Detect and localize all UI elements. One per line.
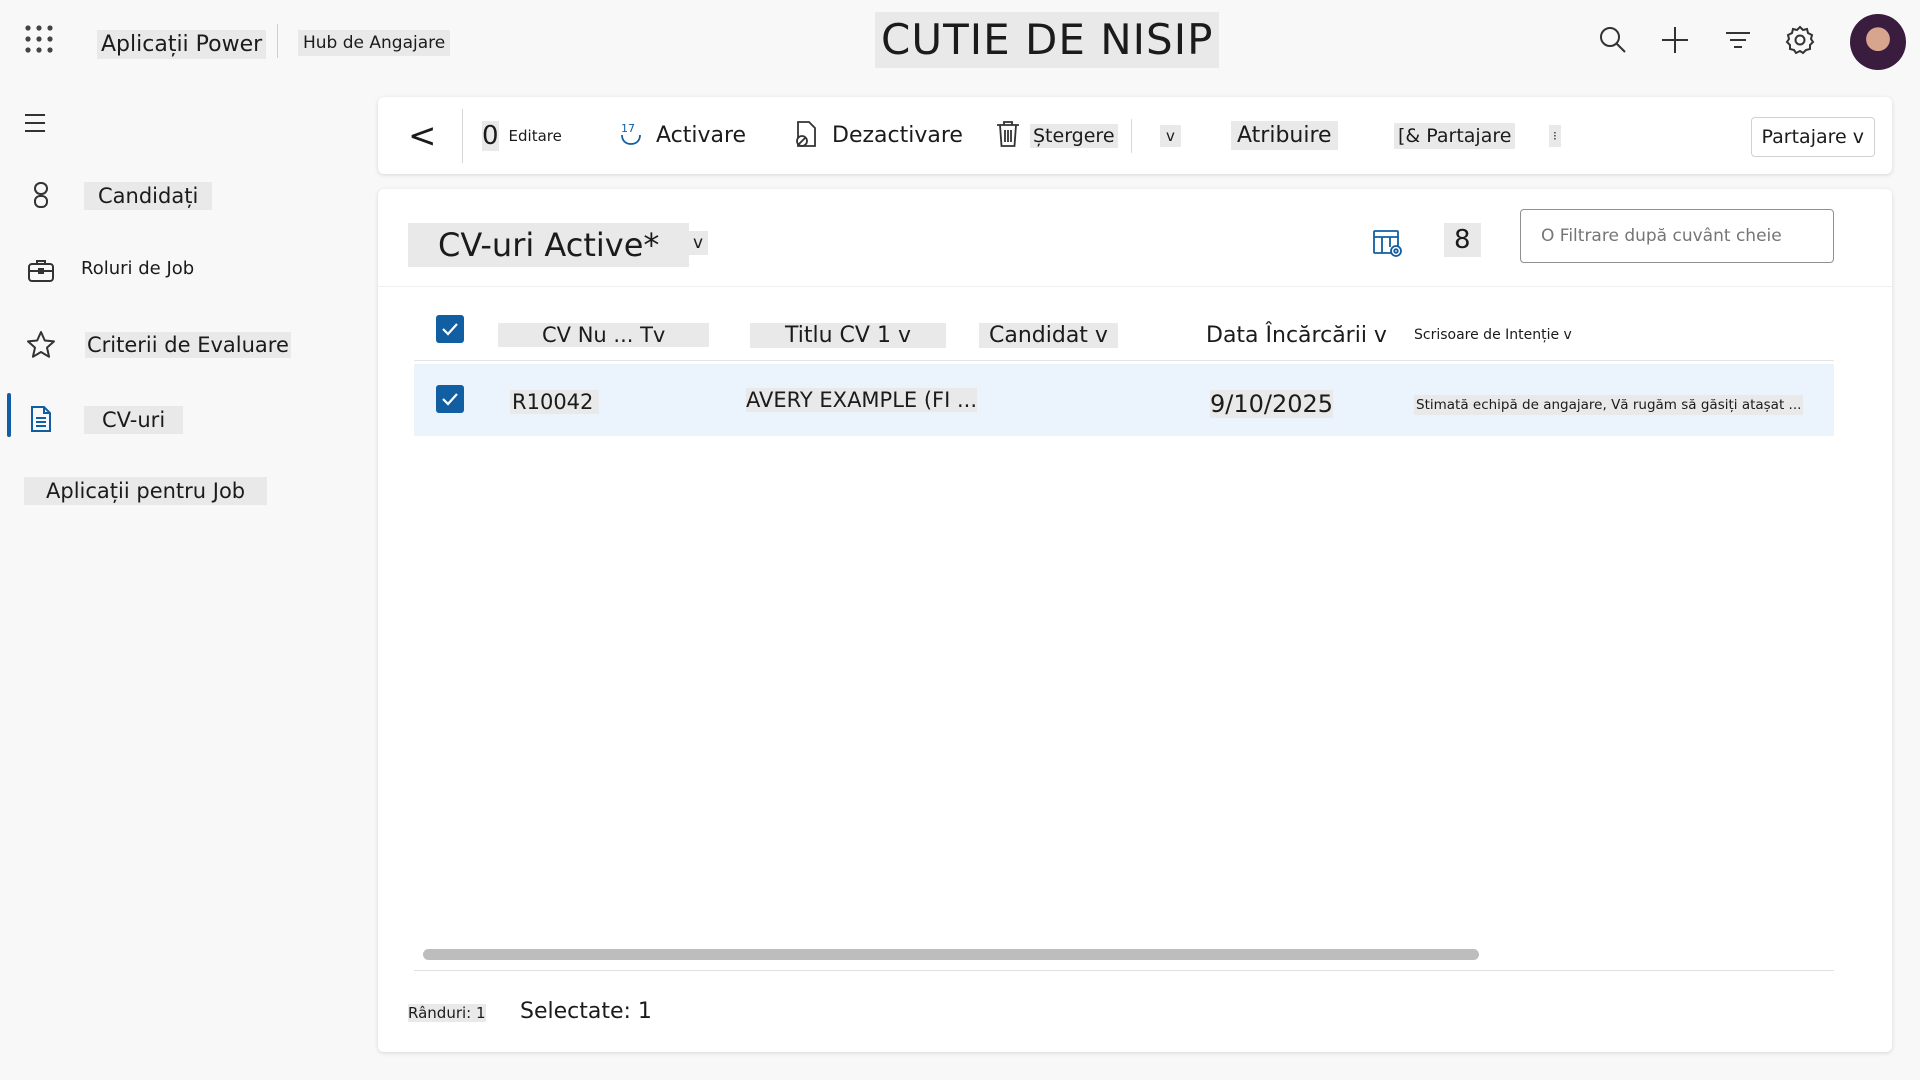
command-separator	[462, 109, 463, 163]
row-checkbox[interactable]	[436, 385, 464, 413]
share-dropdown-label: Partajare v	[1761, 126, 1864, 148]
column-header-title[interactable]: Titlu CV 1 v	[750, 323, 946, 348]
table-header-row: CV Nu ... Tv Titlu CV 1 v Candidat v Dat…	[414, 299, 1834, 365]
delete-label: Ștergere	[1030, 123, 1118, 148]
share-dropdown-button[interactable]: Partajare v	[1750, 117, 1875, 157]
svg-text:17: 17	[621, 122, 635, 135]
assign-label: Atribuire	[1231, 121, 1338, 150]
deactivate-label: Dezactivare	[832, 123, 963, 148]
sidebar-item-label: Criterii de Evaluare	[85, 332, 291, 358]
plus-icon[interactable]	[1659, 24, 1691, 56]
document-icon	[26, 404, 56, 434]
avatar[interactable]	[1850, 14, 1906, 70]
sidebar-item-label: Aplicații pentru Job	[24, 477, 268, 505]
assign-button[interactable]: Atribuire	[1231, 97, 1338, 174]
horizontal-scrollbar[interactable]	[423, 949, 1479, 960]
more-vertical-icon: ⁝	[1549, 124, 1561, 147]
app-name[interactable]: Aplicații Power	[97, 30, 267, 59]
hub-name[interactable]: Hub de Angajare	[298, 30, 451, 56]
delete-button[interactable]: Ștergere	[994, 97, 1118, 174]
activate-label: Activare	[656, 123, 747, 148]
command-bar: < 0 Editare 17 Activare Dezactivare Șter…	[378, 97, 1892, 174]
person-icon	[26, 180, 56, 210]
sidebar-item-label: Candidați	[84, 182, 213, 210]
star-icon	[26, 330, 56, 360]
share-button[interactable]: [& Partajare	[1394, 97, 1516, 174]
main-panel: CV-uri Active* v 8 CV Nu ... Tv Titlu CV…	[378, 189, 1892, 1052]
column-header-candidate[interactable]: Candidat v	[979, 323, 1118, 348]
sidebar-item-criterii[interactable]: Criterii de Evaluare	[0, 320, 340, 370]
edit-label: Editare	[508, 126, 562, 145]
sidebar-item-cv[interactable]: CV-uri	[0, 394, 340, 444]
view-title[interactable]: CV-uri Active*	[408, 223, 690, 267]
header-divider	[277, 24, 278, 58]
edit-button[interactable]: 0 Editare	[482, 97, 562, 174]
view-selector-chevron[interactable]: v	[688, 231, 709, 255]
gear-icon[interactable]	[1784, 24, 1816, 56]
deactivate-icon	[792, 119, 820, 153]
edit-icon: 0	[482, 120, 499, 151]
edit-columns-icon[interactable]	[1372, 227, 1404, 259]
hamburger-icon[interactable]	[22, 110, 48, 136]
divider	[414, 970, 1834, 971]
cell-cv-number[interactable]: R10042	[510, 390, 600, 414]
column-header-upload-date[interactable]: Data Încărcării v	[1206, 323, 1387, 348]
record-count: 8	[1444, 223, 1481, 257]
search-icon[interactable]	[1597, 24, 1629, 56]
cell-upload-date: 9/10/2025	[1210, 390, 1334, 418]
sidebar-item-aplicatii[interactable]: Aplicații pentru Job	[0, 468, 340, 518]
divider	[414, 360, 1834, 361]
column-header-cover-letter[interactable]: Scrisoare de Intenție v	[1414, 327, 1572, 343]
selected-count: Selectate: 1	[520, 999, 652, 1024]
waffle-icon[interactable]	[24, 24, 54, 54]
sidebar-item-label: Roluri de Job	[81, 258, 195, 279]
chevron-down-icon: v	[1160, 124, 1181, 147]
cell-cover-letter: Stimată echipă de angajare, Vă rugăm să …	[1414, 395, 1804, 415]
briefcase-icon	[26, 255, 56, 285]
keyword-filter-input[interactable]	[1520, 209, 1834, 263]
sidebar-item-label: CV-uri	[84, 406, 184, 434]
deactivate-button[interactable]: Dezactivare	[792, 97, 963, 174]
activate-icon: 17	[618, 121, 644, 151]
sidebar-item-roluri[interactable]: Roluri de Job	[0, 245, 340, 295]
divider	[378, 286, 1892, 287]
environment-title: CUTIE DE NISIP	[875, 12, 1220, 69]
back-button[interactable]: <	[408, 97, 437, 174]
activate-button[interactable]: 17 Activare	[618, 97, 746, 174]
column-header-cv-number[interactable]: CV Nu ... Tv	[498, 323, 710, 347]
cell-title[interactable]: AVERY EXAMPLE (FI ...	[746, 388, 978, 412]
select-all-checkbox[interactable]	[436, 315, 464, 343]
share-label: [& Partajare	[1394, 122, 1516, 149]
table-row[interactable]: R10042 AVERY EXAMPLE (FI ... 9/10/2025 S…	[414, 364, 1834, 436]
sidebar-item-candidati[interactable]: Candidați	[0, 170, 340, 220]
more-commands-button[interactable]: v	[1154, 97, 1187, 174]
filter-icon[interactable]	[1722, 24, 1754, 56]
overflow-button[interactable]: ⁝	[1544, 97, 1566, 174]
rows-count: Rânduri: 1	[408, 1004, 486, 1022]
command-separator	[1131, 119, 1132, 153]
trash-icon	[994, 119, 1022, 153]
